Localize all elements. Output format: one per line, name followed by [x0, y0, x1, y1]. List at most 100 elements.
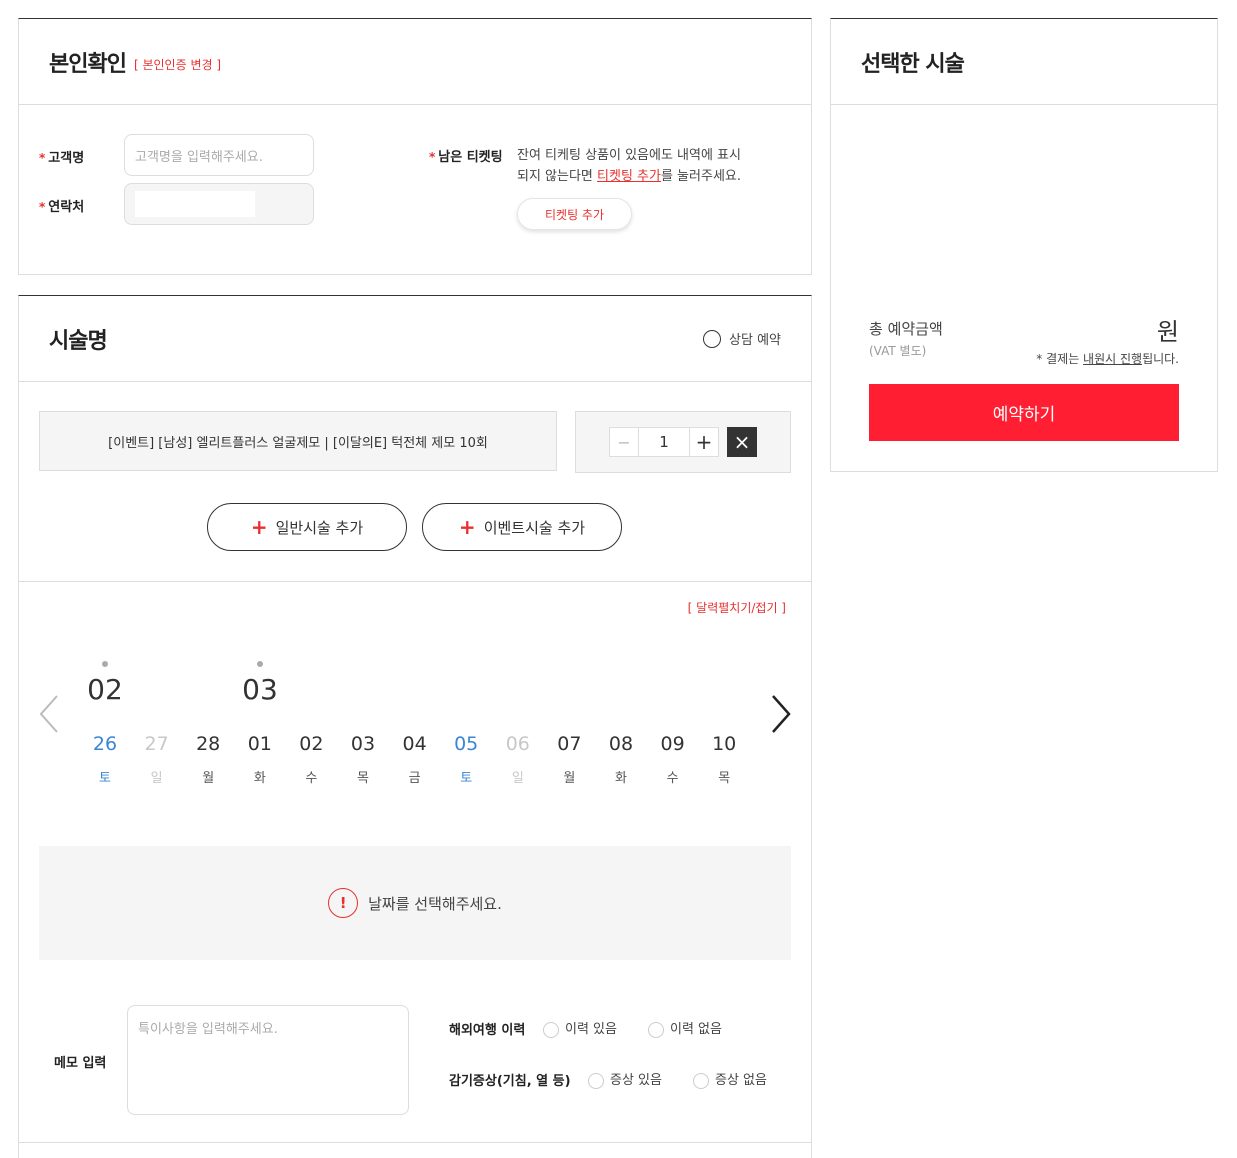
summary-title: 선택한 시술	[861, 51, 965, 77]
identity-title: 본인확인	[49, 51, 127, 77]
date-number: 06	[505, 733, 530, 755]
radio-button[interactable]	[693, 1072, 709, 1089]
date-cell[interactable]: 28 월	[188, 733, 228, 786]
ticket-desc-line1: 잔여 티케팅 상품이 있음에도 내역에 표시	[517, 148, 741, 163]
date-number: 27	[144, 733, 169, 755]
ticket-description: 잔여 티케팅 상품이 있음에도 내역에 표시 되지 않는다면 티켓팅 추가를 눌…	[517, 145, 741, 187]
date-number: 02	[299, 733, 324, 755]
travel-yes-option[interactable]: 이력 있음	[543, 1018, 617, 1038]
weekday-label: 금	[408, 771, 421, 786]
date-number: 01	[247, 733, 272, 755]
weekday-label: 목	[718, 771, 731, 786]
date-cell[interactable]: 08 화	[601, 733, 641, 786]
procedure-title: 시술명	[49, 328, 108, 354]
reserve-button[interactable]: 예약하기	[869, 384, 1179, 441]
date-cell: 06 일	[498, 733, 538, 786]
consult-reservation-option[interactable]: 상담 예약	[703, 329, 781, 348]
procedure-header: 시술명 상담 예약	[19, 296, 811, 382]
month-label: 03	[242, 673, 278, 706]
quantity-plus-button[interactable]: +	[689, 428, 718, 456]
date-cell[interactable]: 10 목	[704, 733, 744, 786]
weekday-label: 토	[99, 771, 111, 786]
month-dot	[102, 661, 108, 667]
vat-label: (VAT 별도)	[869, 344, 927, 358]
payment-note: * 결제는 내원시 진행됩니다.	[1036, 352, 1179, 366]
quantity-minus-button[interactable]: −	[610, 428, 639, 456]
memo-textarea[interactable]: 특이사항을 입력해주세요.	[127, 1005, 409, 1115]
identity-panel: 본인확인 [ 본인인증 변경 ] * 고객명 고객명을 입력해주세요. * 연락처 …	[18, 18, 812, 275]
selected-procedure-item: [이벤트] [남성] 엘리트플러스 얼굴제모 | [이달의E] 턱전체 제모 1…	[39, 411, 557, 471]
weekday-label: 화	[253, 771, 266, 786]
ticket-add-button[interactable]: 티켓팅 추가	[517, 198, 632, 230]
date-number: 26	[92, 733, 118, 755]
date-cell[interactable]: 26 토	[85, 733, 125, 786]
procedure-item-name: [이벤트] [남성] 엘리트플러스 얼굴제모 | [이달의E] 턱전체 제모 1…	[108, 435, 488, 451]
consult-radio[interactable]	[703, 329, 722, 348]
consult-label: 상담 예약	[729, 333, 781, 348]
weekday-label: 목	[357, 771, 369, 786]
plus-icon: +	[250, 515, 268, 539]
month-02: 02	[85, 661, 125, 706]
month-label: 02	[87, 673, 123, 706]
weekday-label: 월	[202, 771, 215, 786]
weekday-label: 수	[305, 771, 318, 786]
cold-symptom-label: 감기증상(기침, 열 등)	[449, 1074, 571, 1089]
divider	[19, 581, 811, 582]
month-dot	[257, 661, 263, 667]
cold-yes-option[interactable]: 증상 있음	[588, 1069, 662, 1089]
quantity-value[interactable]: 1	[639, 428, 689, 456]
radio-button[interactable]	[588, 1072, 604, 1089]
add-general-label: 일반시술 추가	[275, 518, 364, 537]
divider	[19, 1142, 811, 1143]
weekday-label: 화	[615, 771, 627, 786]
date-cell[interactable]: 09 수	[653, 733, 693, 786]
date-cell[interactable]: 03 목	[343, 733, 383, 786]
date-cell[interactable]: 07 월	[549, 733, 589, 786]
radio-button[interactable]	[543, 1021, 559, 1038]
ticket-label: * 남은 티켓팅	[429, 150, 503, 165]
add-event-procedure-button[interactable]: + 이벤트시술 추가	[422, 503, 622, 551]
date-cell[interactable]: 02 수	[291, 733, 331, 786]
procedure-panel: 시술명 상담 예약 [이벤트] [남성] 엘리트플러스 얼굴제모 | [이달의E…	[18, 295, 812, 1158]
date-notice-text: 날짜를 선택해주세요.	[368, 894, 502, 913]
travel-no-option[interactable]: 이력 없음	[648, 1018, 722, 1038]
memo-label: 메모 입력	[54, 1056, 107, 1071]
cold-no-option[interactable]: 증상 없음	[693, 1069, 767, 1089]
date-notice-box: ! 날짜를 선택해주세요.	[39, 846, 791, 960]
travel-label: 해외여행 이력	[449, 1023, 526, 1038]
phone-masked	[135, 191, 255, 217]
quantity-box: − 1 + ×	[575, 411, 791, 473]
phone-label: * 연락처	[39, 200, 85, 215]
add-event-label: 이벤트시술 추가	[483, 518, 586, 537]
change-identity-link[interactable]: [ 본인인증 변경 ]	[134, 56, 221, 73]
date-number: 08	[608, 733, 634, 755]
date-number: 07	[557, 733, 582, 755]
date-number: 04	[402, 733, 427, 755]
identity-header: 본인확인 [ 본인인증 변경 ]	[19, 19, 811, 105]
weekday-label: 일	[150, 771, 163, 786]
date-number: 03	[350, 733, 376, 755]
weekday-label: 수	[666, 771, 679, 786]
radio-button[interactable]	[648, 1021, 664, 1038]
date-cell[interactable]: 04 금	[395, 733, 435, 786]
phone-input[interactable]	[124, 183, 314, 225]
ticket-add-inline-link[interactable]: 티켓팅 추가	[597, 169, 661, 184]
summary-header: 선택한 시술	[831, 19, 1217, 105]
chevron-right-icon[interactable]	[769, 694, 793, 734]
date-number: 28	[196, 733, 221, 755]
date-cell[interactable]: 01 화	[240, 733, 280, 786]
exclamation-icon: !	[328, 888, 359, 918]
remove-item-button[interactable]: ×	[727, 427, 757, 457]
add-general-procedure-button[interactable]: + 일반시술 추가	[207, 503, 407, 551]
name-input[interactable]: 고객명을 입력해주세요.	[124, 134, 314, 176]
chevron-left-icon[interactable]	[37, 694, 61, 734]
total-label: 총 예약금액	[869, 320, 943, 338]
date-cell: 27 일	[137, 733, 177, 786]
date-number: 09	[660, 733, 685, 755]
date-cell[interactable]: 05 토	[446, 733, 486, 786]
calendar-toggle-link[interactable]: [ 달력펼치기/접기 ]	[688, 599, 786, 616]
weekday-label: 일	[511, 771, 524, 786]
plus-icon: +	[458, 515, 476, 539]
quantity-stepper: − 1 +	[609, 427, 719, 457]
summary-panel: 선택한 시술 총 예약금액 (VAT 별도) 원 * 결제는 내원시 진행됩니다…	[830, 18, 1218, 472]
